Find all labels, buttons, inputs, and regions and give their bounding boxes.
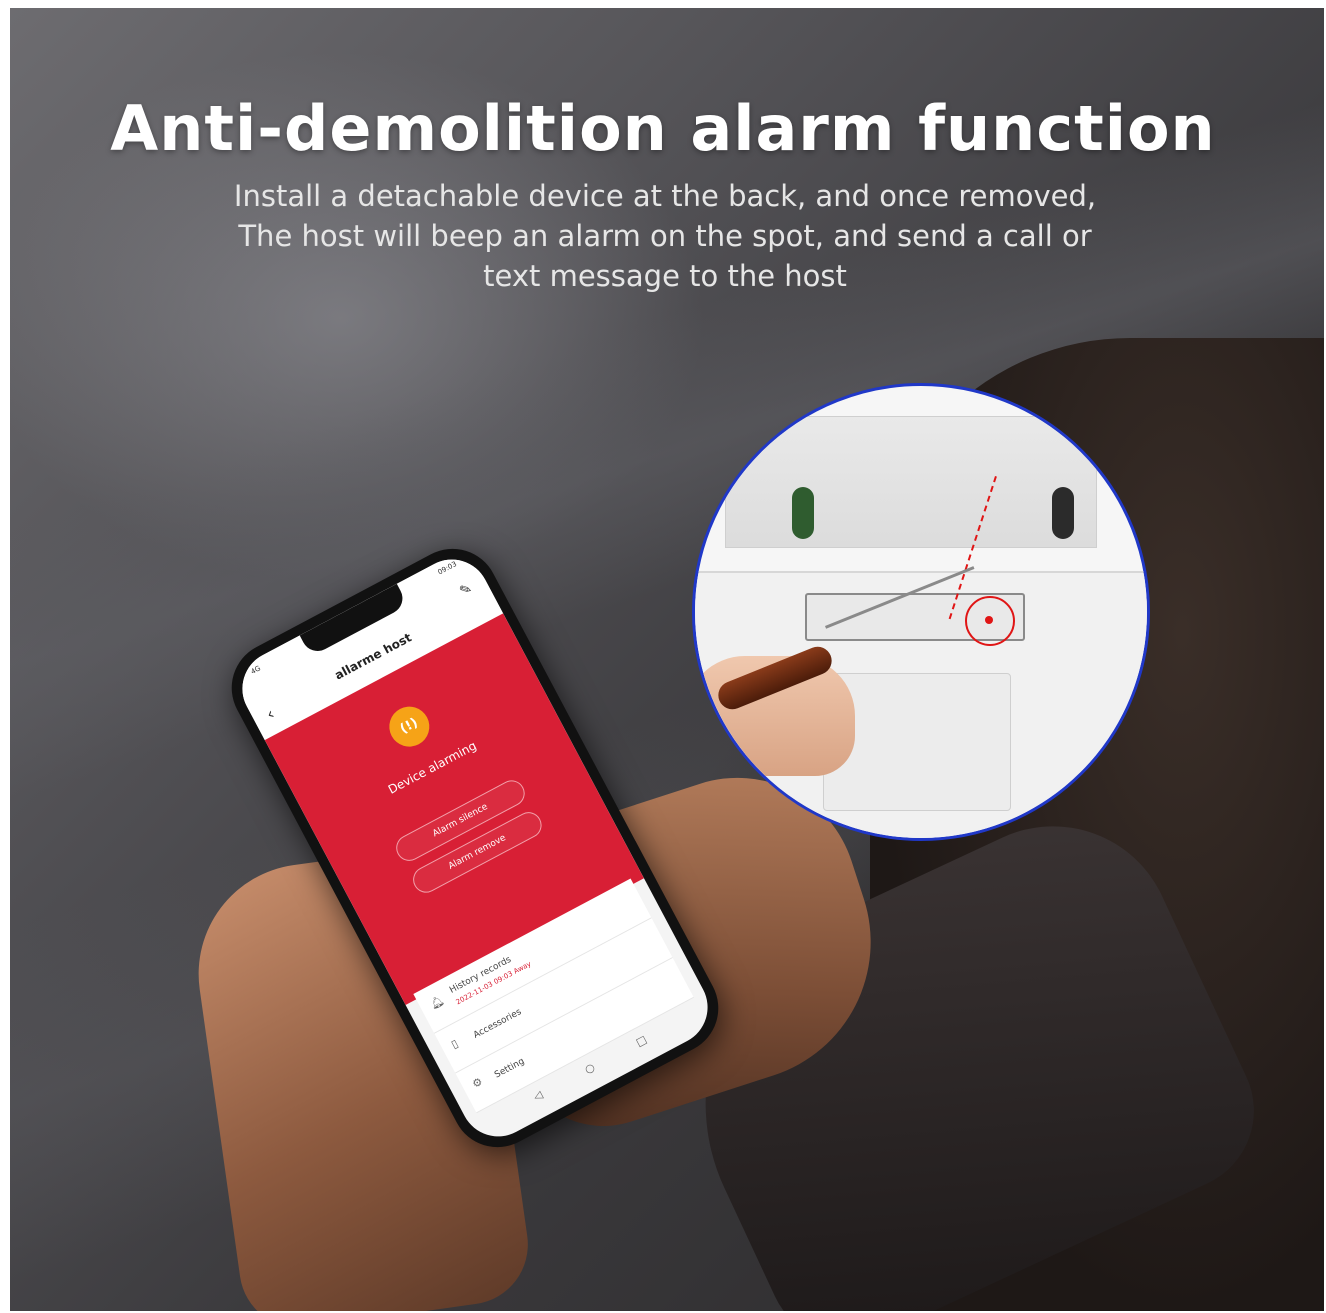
alarm-bell-icon: (!) [382, 699, 437, 754]
subtitle-line: The host will beep an alarm on the spot,… [238, 219, 1092, 253]
gear-icon: ⚙ [470, 1074, 485, 1091]
page-title: Anti-demolition alarm function [110, 92, 1216, 165]
keyhole-right [1052, 487, 1074, 539]
menu-item-label: Setting [493, 1056, 527, 1081]
bell-icon: 🔔︎ [427, 993, 447, 1012]
tamper-switch-dot [985, 616, 993, 624]
mounting-bracket [725, 416, 1097, 548]
page-subtitle: Install a detachable device at the back,… [150, 176, 1180, 296]
subtitle-line: Install a detachable device at the back,… [233, 179, 1097, 213]
accessories-icon: ▯ [448, 1036, 461, 1052]
nav-home-icon[interactable]: ○ [582, 1060, 597, 1076]
nav-back-icon[interactable]: ◁ [531, 1088, 545, 1103]
keyhole-left [792, 487, 814, 539]
menu-item-label: Accessories [472, 1007, 524, 1041]
subtitle-line: text message to the host [483, 259, 847, 293]
nav-recent-icon[interactable]: □ [634, 1033, 649, 1049]
detail-inset [692, 383, 1150, 841]
